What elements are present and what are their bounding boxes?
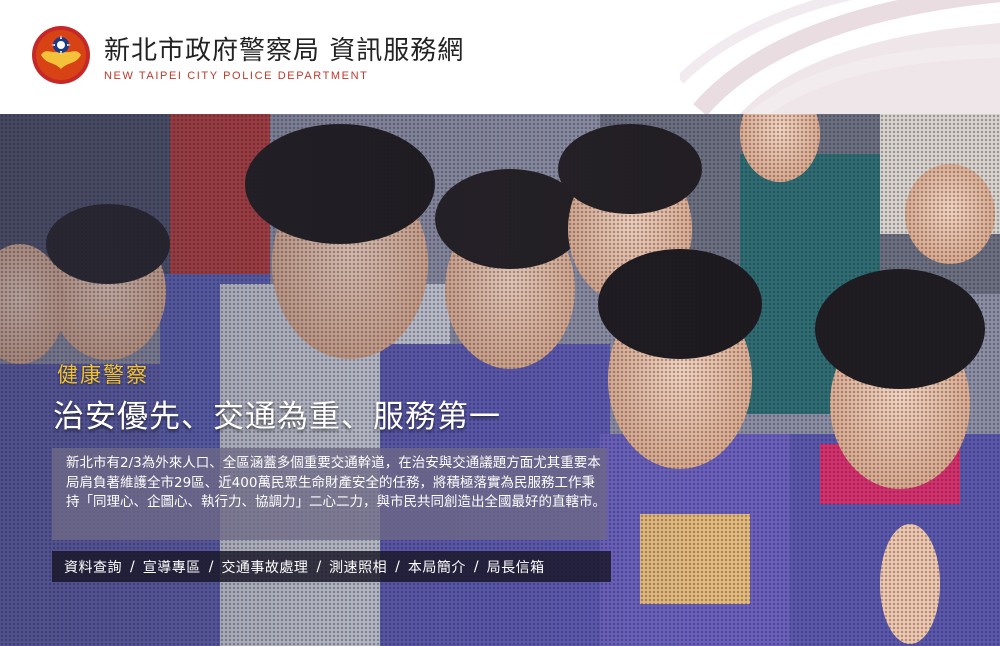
nav-separator: / <box>395 558 400 575</box>
nav-link-data-query[interactable]: 資料查詢 <box>64 557 122 577</box>
nav-separator: / <box>130 558 135 575</box>
nav-link-about[interactable]: 本局簡介 <box>408 557 466 577</box>
hero-banner: 健康警察 治安優先、交通為重、服務第一 新北市有2/3為外來人口、全區涵蓋多個重… <box>0 114 1000 646</box>
nav-link-promotion[interactable]: 宣導專區 <box>143 557 201 577</box>
nav-link-traffic-accident[interactable]: 交通事故處理 <box>221 557 308 577</box>
nav-separator: / <box>208 558 214 575</box>
site-subtitle: NEW TAIPEI CITY POLICE DEPARTMENT <box>104 70 369 82</box>
police-emblem-logo[interactable] <box>31 25 91 85</box>
hero-description: 新北市有2/3為外來人口、全區涵蓋多個重要交通幹道，在治安與交通議題方面尤其重要… <box>66 455 606 510</box>
header-wave-decoration <box>680 0 1000 114</box>
hero-tag: 健康警察 <box>57 363 149 387</box>
site-header: 新北市政府警察局 資訊服務網 NEW TAIPEI CITY POLICE DE… <box>0 0 1000 114</box>
nav-link-director-mailbox[interactable]: 局長信箱 <box>487 557 545 577</box>
nav-link-speed-camera[interactable]: 測速照相 <box>329 557 387 577</box>
quick-links-bar: 資料查詢 / 宣導專區 / 交通事故處理 / 測速照相 / 本局簡介 / 局長信… <box>52 551 611 582</box>
nav-separator: / <box>473 558 479 575</box>
hero-headline: 治安優先、交通為重、服務第一 <box>53 399 501 435</box>
site-title[interactable]: 新北市政府警察局 資訊服務網 <box>104 30 464 67</box>
nav-separator: / <box>316 558 322 575</box>
